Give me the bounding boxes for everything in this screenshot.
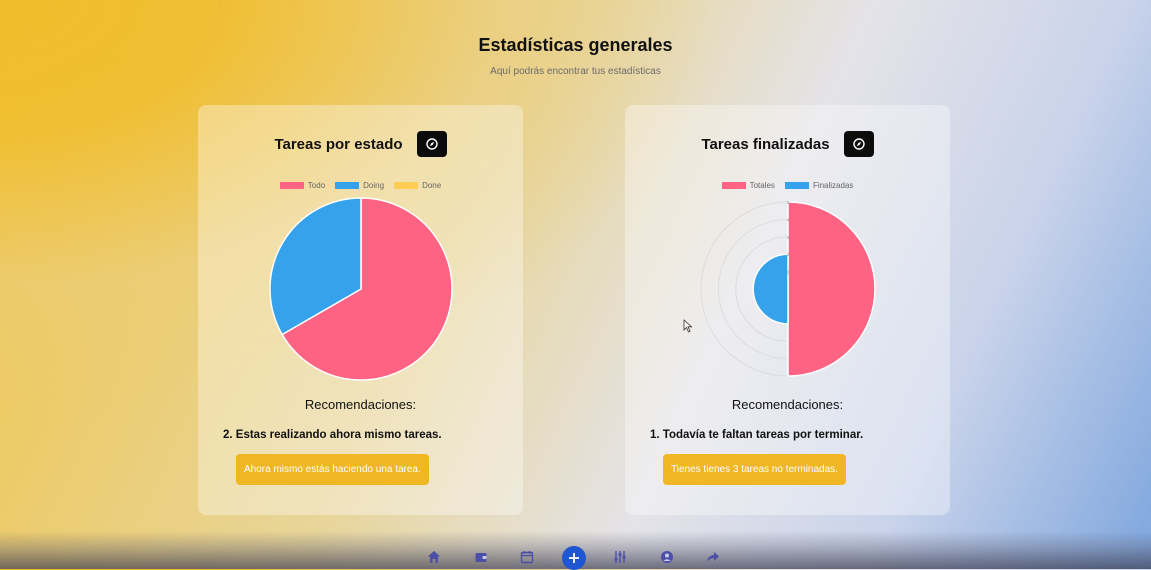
legend-label: Totales (749, 181, 775, 190)
compass-button[interactable] (416, 131, 447, 157)
compass-icon (425, 138, 438, 150)
card-finished-tasks: Tareas finalizadas Totales Finalizadas 1… (625, 105, 950, 515)
compass-button[interactable] (843, 131, 874, 157)
home-icon[interactable] (426, 549, 442, 565)
legend-item-done[interactable]: Done (394, 181, 441, 190)
card-tasks-by-status: Tareas por estado Todo Doing Done Recome… (198, 105, 523, 515)
plus-icon (569, 553, 579, 563)
legend-label: Todo (307, 181, 326, 190)
polar-slice-totales[interactable] (787, 201, 876, 377)
legend-item-todo[interactable]: Todo (279, 181, 326, 190)
recommendations-title: Recomendaciones: (731, 397, 844, 412)
wallet-icon[interactable] (473, 549, 489, 565)
card-header: Tareas finalizadas (625, 131, 950, 157)
compass-icon (852, 138, 865, 150)
recommendation-button[interactable]: Tienes tienes 3 tareas no terminadas. (663, 454, 846, 485)
page-title: Estadísticas generales (478, 35, 673, 55)
chart-legend[interactable]: Todo Doing Done (198, 181, 523, 190)
legend-label: Doing (363, 181, 385, 190)
legend-label: Finalizadas (812, 181, 854, 190)
legend-label: Done (422, 181, 442, 190)
legend-item-doing[interactable]: Doing (335, 181, 384, 190)
legend-swatch (335, 182, 360, 189)
sliders-icon[interactable] (612, 549, 628, 565)
page-subtitle: Aquí podrás encontrar tus estadísticas (490, 66, 661, 77)
recommendation-text: 1. Todavía te faltan tareas por terminar… (650, 429, 864, 441)
legend-item-totales[interactable]: Totales (721, 181, 775, 190)
card-title: Tareas por estado (274, 135, 403, 153)
user-icon[interactable] (659, 549, 675, 565)
polar-area-chart[interactable]: 12345 (625, 195, 950, 395)
recommendations-title: Recomendaciones: (304, 397, 417, 412)
recommendation-text: 2. Estas realizando ahora mismo tareas. (223, 429, 442, 441)
legend-item-finalizadas[interactable]: Finalizadas (784, 181, 854, 190)
calendar-icon[interactable] (519, 549, 535, 565)
legend-swatch (279, 182, 304, 189)
card-title: Tareas finalizadas (701, 135, 830, 153)
legend-swatch (721, 182, 746, 189)
bottom-navbar (0, 531, 1151, 570)
mouse-cursor-icon (683, 319, 693, 333)
share-icon[interactable] (705, 549, 721, 565)
recommendation-button[interactable]: Ahora mismo estás haciendo una tarea. (236, 454, 429, 485)
polar-slice-finalizadas[interactable] (752, 253, 789, 325)
legend-swatch (394, 182, 419, 189)
pie-chart[interactable] (198, 195, 523, 395)
page-header: Estadísticas generales Aquí podrás encon… (0, 35, 1151, 77)
card-header: Tareas por estado (198, 131, 523, 157)
add-task-button[interactable] (562, 546, 586, 570)
legend-swatch (784, 182, 809, 189)
chart-legend[interactable]: Totales Finalizadas (625, 181, 950, 190)
